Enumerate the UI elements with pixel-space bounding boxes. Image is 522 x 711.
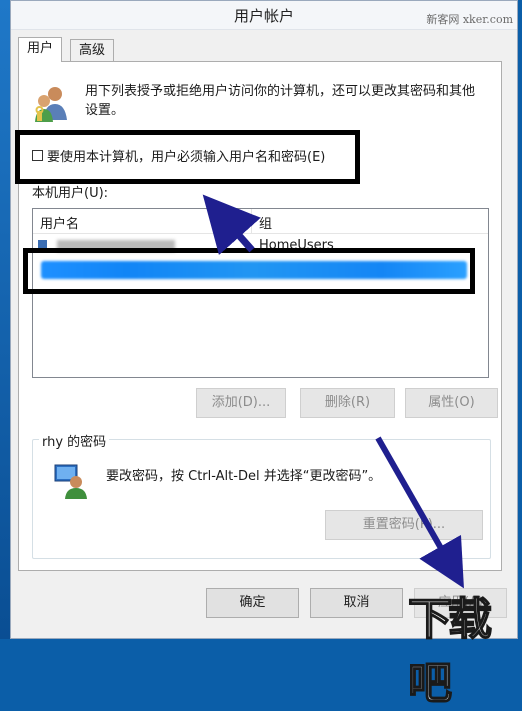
remove-user-button[interactable]: 删除(R) <box>300 388 395 418</box>
computer-user-icon <box>54 463 88 499</box>
add-user-button[interactable]: 添加(D)... <box>196 388 286 418</box>
column-group[interactable]: 组 <box>259 213 272 232</box>
column-username[interactable]: 用户名 <box>40 213 79 232</box>
tab-advanced[interactable]: 高级 <box>70 39 115 62</box>
ok-button[interactable]: 确定 <box>206 588 299 618</box>
listview-header: 用户名 组 <box>33 209 488 234</box>
users-list-label: 本机用户(U): <box>32 186 109 201</box>
users-icon <box>33 84 69 124</box>
close-icon[interactable] <box>477 1 517 19</box>
tab-users[interactable]: 用户 <box>18 37 63 62</box>
properties-button[interactable]: 属性(O) <box>405 388 498 418</box>
column-separator <box>251 209 252 233</box>
password-groupbox: rhy 的密码 要改密码，按 Ctrl-Alt-Del 并选择“更改密码”。 重… <box>32 431 491 559</box>
user-accounts-dialog: 用户帐户 新客网 xker.com 用户 高级 用下列表授予或拒绝用户访问你的计… <box>10 0 518 639</box>
reset-password-button[interactable]: 重置密码(P)... <box>325 510 483 540</box>
annotation-highlight-user-row <box>23 248 475 294</box>
annotation-highlight-checkbox <box>15 130 360 184</box>
password-instructions: 要改密码，按 Ctrl-Alt-Del 并选择“更改密码”。 <box>106 469 382 484</box>
title-bar[interactable]: 用户帐户 新客网 xker.com <box>11 1 517 30</box>
cancel-button[interactable]: 取消 <box>310 588 403 618</box>
password-group-title: rhy 的密码 <box>39 431 110 450</box>
intro-text: 用下列表授予或拒绝用户访问你的计算机，还可以更改其密码和其他设置。 <box>85 84 476 118</box>
corner-watermark: 下载吧 <box>407 593 493 710</box>
